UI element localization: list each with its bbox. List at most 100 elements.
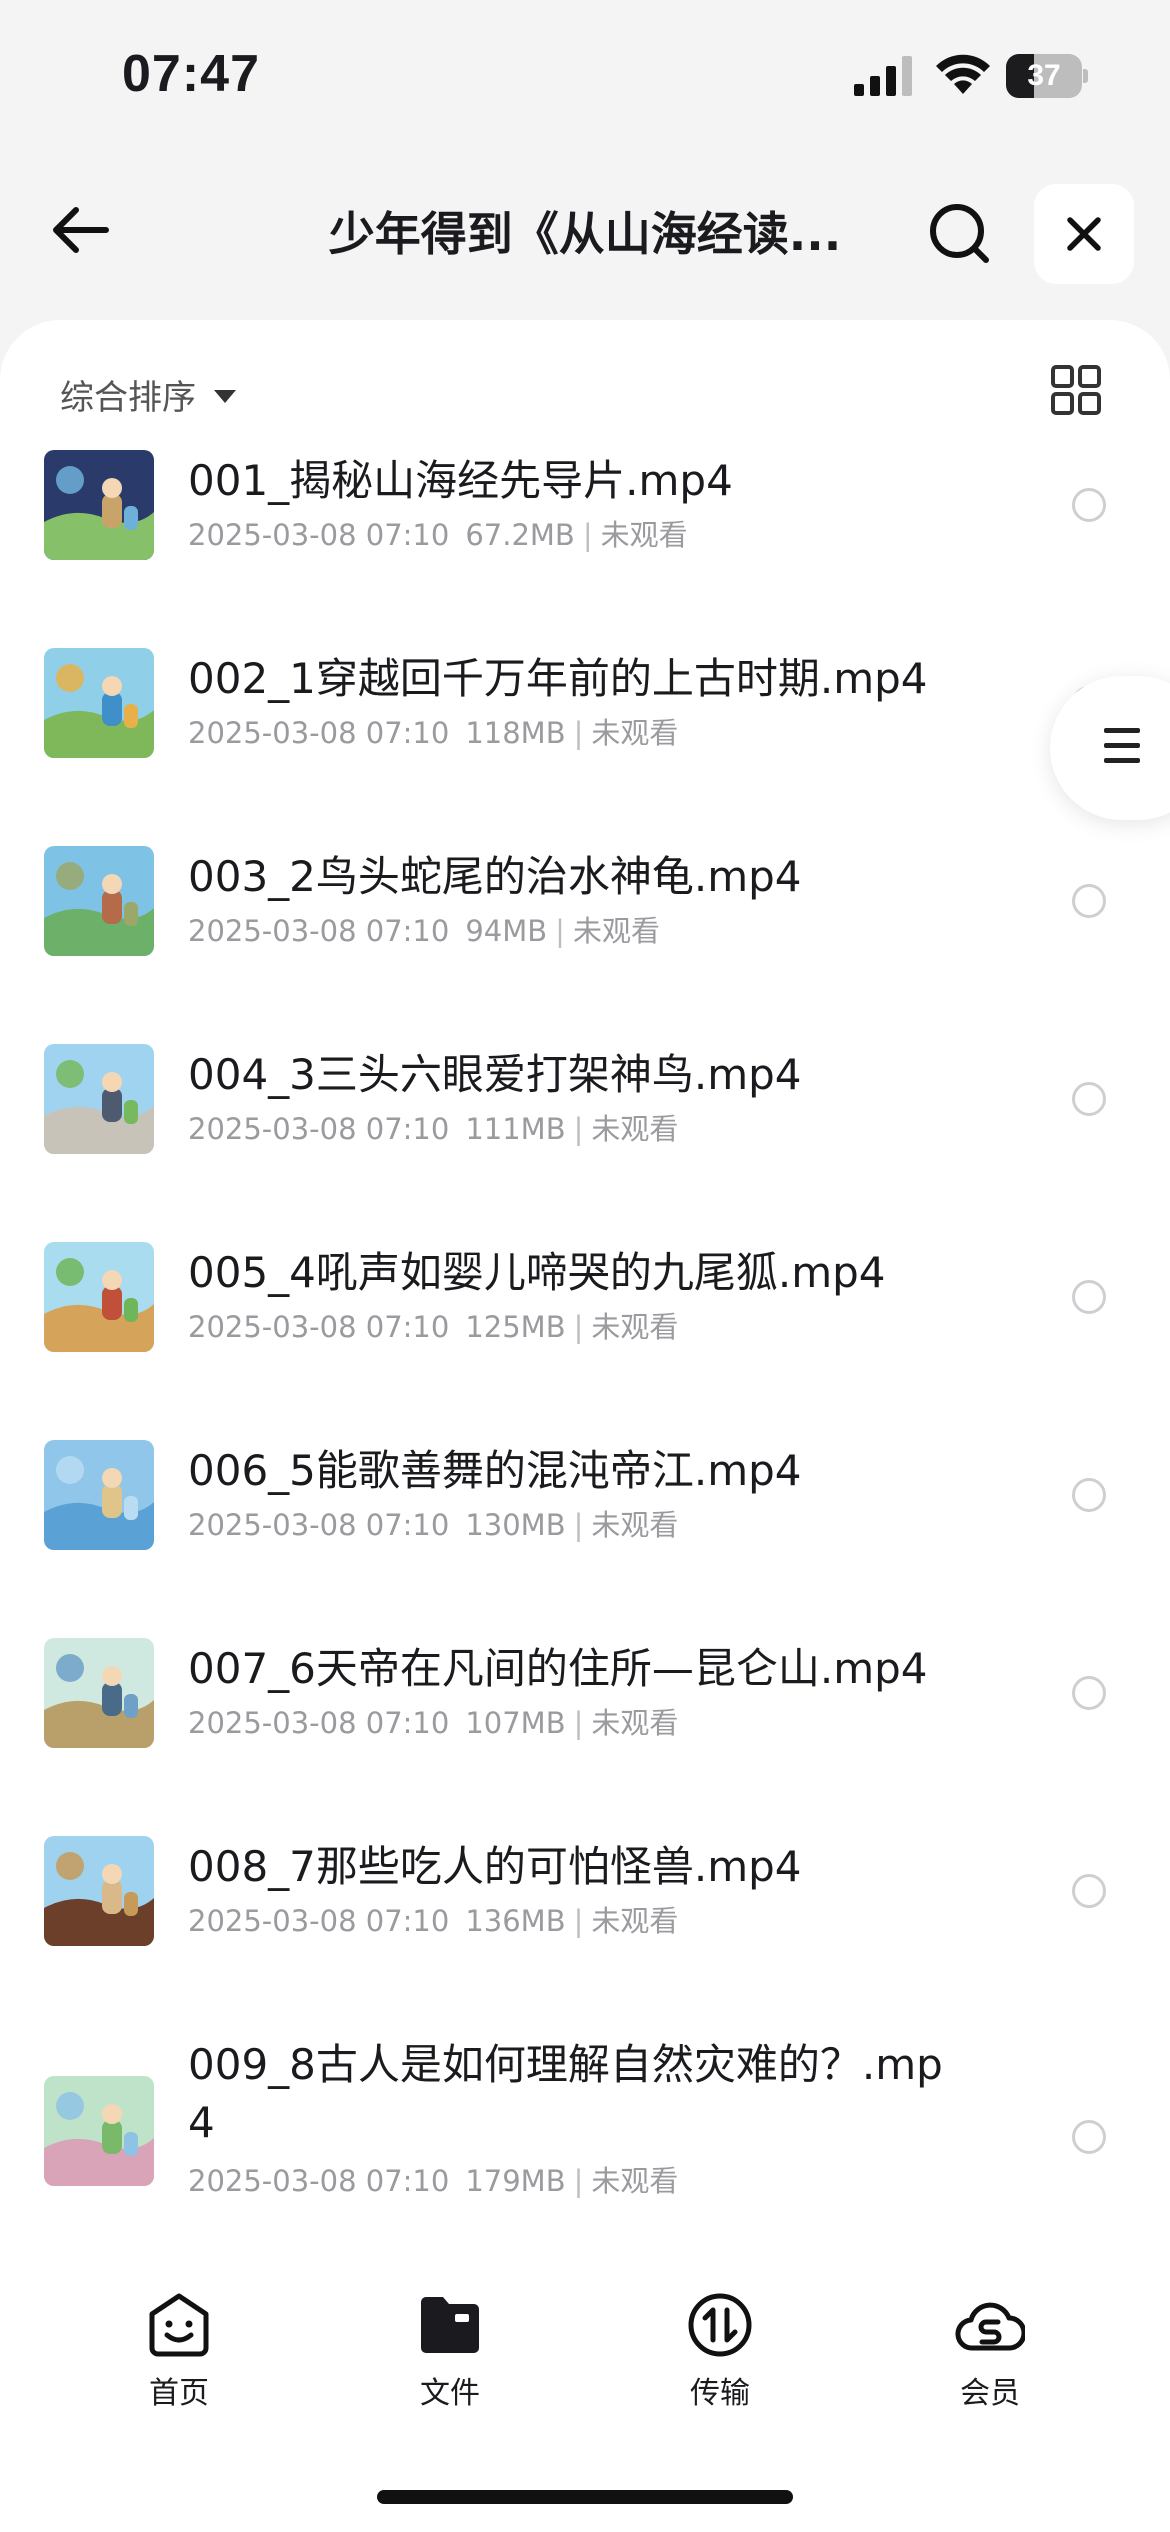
select-radio[interactable] <box>1072 1478 1106 1512</box>
file-row[interactable]: 008_7那些吃人的可怕怪兽.mp4 2025-03-08 07:10 136MB |… <box>0 1836 1170 2034</box>
file-name: 004_3三头六眼爱打架神鸟.mp4 <box>188 1050 802 1099</box>
select-radio[interactable] <box>1072 1082 1106 1116</box>
close-button[interactable] <box>1034 184 1134 284</box>
nav-home-label: 首页 <box>149 2376 209 2411</box>
file-row[interactable]: 003_2鸟头蛇尾的治水神龟.mp4 2025-03-08 07:10 94MB | 未… <box>0 846 1170 1044</box>
select-radio[interactable] <box>1072 488 1106 522</box>
meta-separator: | <box>582 518 593 552</box>
video-thumbnail <box>44 648 154 758</box>
file-meta: 2025-03-08 07:10 94MB | 未观看 <box>188 908 660 950</box>
meta-separator: | <box>573 1904 584 1938</box>
video-thumbnail <box>44 1242 154 1352</box>
file-meta: 2025-03-08 07:10 118MB | 未观看 <box>188 710 678 752</box>
meta-separator: | <box>573 1706 584 1740</box>
search-button[interactable] <box>920 194 1000 274</box>
sort-label: 综合排序 <box>60 378 196 418</box>
file-name: 007_6天帝在凡间的住所—昆仑山.mp4 <box>188 1644 928 1693</box>
video-thumbnail <box>44 846 154 956</box>
file-date: 2025-03-08 07:10 <box>188 1706 450 1740</box>
file-list-panel: 综合排序 001_揭秘山海经先导片.mp4 2025-03-08 07:10 67.… <box>0 320 1170 2532</box>
file-row[interactable]: 006_5能歌善舞的混沌帝江.mp4 2025-03-08 07:10 130MB |… <box>0 1440 1170 1638</box>
file-meta: 2025-03-08 07:10 130MB | 未观看 <box>188 1502 678 1544</box>
file-row[interactable]: 004_3三头六眼爱打架神鸟.mp4 2025-03-08 07:10 111MB |… <box>0 1044 1170 1242</box>
watch-status: 未观看 <box>600 518 688 552</box>
nav-home[interactable]: 首页 <box>109 2290 249 2412</box>
file-size: 111MB <box>465 1112 566 1146</box>
file-row[interactable]: 001_揭秘山海经先导片.mp4 2025-03-08 07:10 67.2MB | 未… <box>0 450 1170 648</box>
file-row[interactable]: 002_1穿越回千万年前的上古时期.mp4 2025-03-08 07:10 118… <box>0 648 1170 846</box>
video-thumbnail <box>44 1440 154 1550</box>
meta-separator: | <box>573 1508 584 1542</box>
battery-icon: 37 <box>1006 54 1088 98</box>
file-row[interactable]: 007_6天帝在凡间的住所—昆仑山.mp4 2025-03-08 07:10 107… <box>0 1638 1170 1836</box>
file-name: 002_1穿越回千万年前的上古时期.mp4 <box>188 654 928 703</box>
file-size: 67.2MB <box>465 518 575 552</box>
file-size: 130MB <box>465 1508 566 1542</box>
file-meta: 2025-03-08 07:10 111MB | 未观看 <box>188 1106 678 1148</box>
file-meta: 2025-03-08 07:10 125MB | 未观看 <box>188 1304 678 1346</box>
close-icon <box>1067 217 1101 251</box>
arrow-left-icon <box>53 207 109 253</box>
file-meta: 2025-03-08 07:10 67.2MB | 未观看 <box>188 512 688 554</box>
file-name: 003_2鸟头蛇尾的治水神龟.mp4 <box>188 852 802 901</box>
watch-status: 未观看 <box>591 1508 679 1542</box>
file-size: 179MB <box>465 2164 566 2198</box>
watch-status: 未观看 <box>572 914 660 948</box>
search-icon <box>930 204 989 263</box>
select-radio[interactable] <box>1072 1676 1106 1710</box>
select-radio[interactable] <box>1072 1280 1106 1314</box>
file-name: 008_7那些吃人的可怕怪兽.mp4 <box>188 1842 802 1891</box>
page-title: 少年得到《从山海经读... <box>328 207 842 261</box>
watch-status: 未观看 <box>591 1112 679 1146</box>
watch-status: 未观看 <box>591 1310 679 1344</box>
select-radio[interactable] <box>1072 2120 1106 2154</box>
nav-vip[interactable]: 会员 <box>920 2290 1060 2412</box>
back-button[interactable] <box>40 192 120 268</box>
transfer-icon <box>688 2293 752 2357</box>
caret-down-icon <box>214 390 236 403</box>
select-radio[interactable] <box>1072 884 1106 918</box>
menu-icon <box>1104 728 1140 773</box>
file-meta: 2025-03-08 07:10 179MB | 未观看 <box>188 2158 678 2200</box>
nav-files[interactable]: 文件 <box>380 2290 520 2412</box>
vip-cloud-icon <box>955 2302 1025 2351</box>
file-size: 107MB <box>465 1706 566 1740</box>
meta-separator: | <box>573 1112 584 1146</box>
status-bar: 07:47 37 <box>0 0 1170 150</box>
status-time: 07:47 <box>122 45 260 103</box>
nav-files-label: 文件 <box>420 2376 480 2411</box>
file-name: 001_揭秘山海经先导片.mp4 <box>188 456 733 505</box>
bottom-nav: 首页 文件 传输 会员 <box>0 2270 1170 2430</box>
battery-percent: 37 <box>1027 59 1061 92</box>
file-size: 94MB <box>465 914 548 948</box>
file-size: 125MB <box>465 1310 566 1344</box>
video-thumbnail <box>44 2076 154 2186</box>
file-date: 2025-03-08 07:10 <box>188 914 450 948</box>
file-row[interactable]: 009_8古人是如何理解自然灾难的？.mp4 2025-03-08 07:10 17… <box>0 2034 1170 2294</box>
nav-vip-label: 会员 <box>960 2376 1020 2411</box>
watch-status: 未观看 <box>591 1904 679 1938</box>
video-thumbnail <box>44 1044 154 1154</box>
file-date: 2025-03-08 07:10 <box>188 2164 450 2198</box>
file-date: 2025-03-08 07:10 <box>188 518 450 552</box>
meta-separator: | <box>573 1310 584 1344</box>
file-size: 136MB <box>465 1904 566 1938</box>
nav-transfer-label: 传输 <box>690 2376 750 2411</box>
wifi-icon <box>936 54 990 94</box>
file-date: 2025-03-08 07:10 <box>188 1112 450 1146</box>
file-meta: 2025-03-08 07:10 107MB | 未观看 <box>188 1700 678 1742</box>
nav-transfer[interactable]: 传输 <box>650 2290 790 2412</box>
file-name: 005_4吼声如婴儿啼哭的九尾狐.mp4 <box>188 1248 886 1297</box>
sort-dropdown[interactable]: 综合排序 <box>60 370 236 419</box>
video-thumbnail <box>44 1638 154 1748</box>
meta-separator: | <box>555 914 565 948</box>
watch-status: 未观看 <box>591 1706 679 1740</box>
select-radio[interactable] <box>1072 1874 1106 1908</box>
file-row[interactable]: 005_4吼声如婴儿啼哭的九尾狐.mp4 2025-03-08 07:10 125M… <box>0 1242 1170 1440</box>
watch-status: 未观看 <box>591 716 679 750</box>
home-face-icon <box>149 2293 209 2357</box>
meta-separator: | <box>573 2164 584 2198</box>
grid-view-icon[interactable] <box>1050 364 1102 416</box>
file-size: 118MB <box>465 716 566 750</box>
file-name: 009_8古人是如何理解自然灾难的？.mp4 <box>188 2040 943 2147</box>
